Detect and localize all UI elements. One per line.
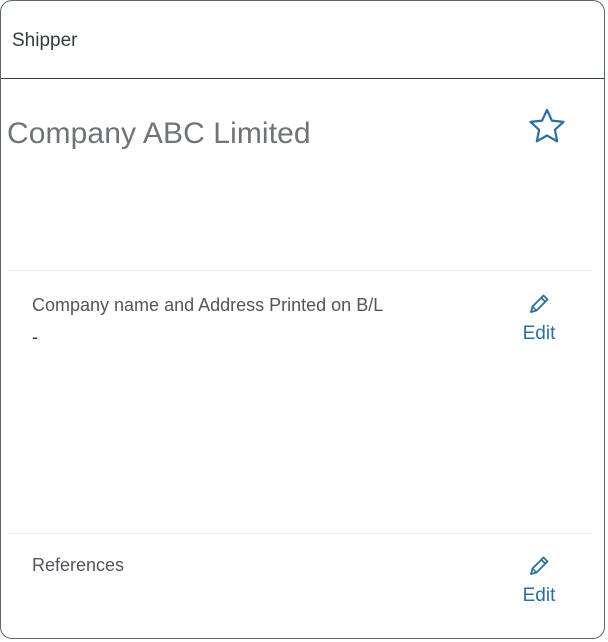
edit-printed-address-button[interactable]: Edit [511,291,567,353]
company-name: Company ABC Limited [7,117,311,150]
pencil-icon [530,556,549,575]
edit-label: Edit [522,585,556,606]
favorite-button[interactable] [527,107,567,145]
star-outline-icon [529,108,565,143]
edit-label: Edit [522,323,556,344]
pencil-icon [530,294,549,313]
section-divider [7,270,592,271]
card-header: Shipper [1,1,604,79]
edit-references-button[interactable]: Edit [511,553,567,615]
section-divider [7,533,592,534]
card-title: Shipper [12,30,78,51]
printed-address-label: Company name and Address Printed on B/L [32,295,384,315]
references-label: References [32,555,125,575]
printed-address-value: - [32,327,38,347]
shipper-card: Shipper Company ABC Limited Company name… [0,0,605,639]
